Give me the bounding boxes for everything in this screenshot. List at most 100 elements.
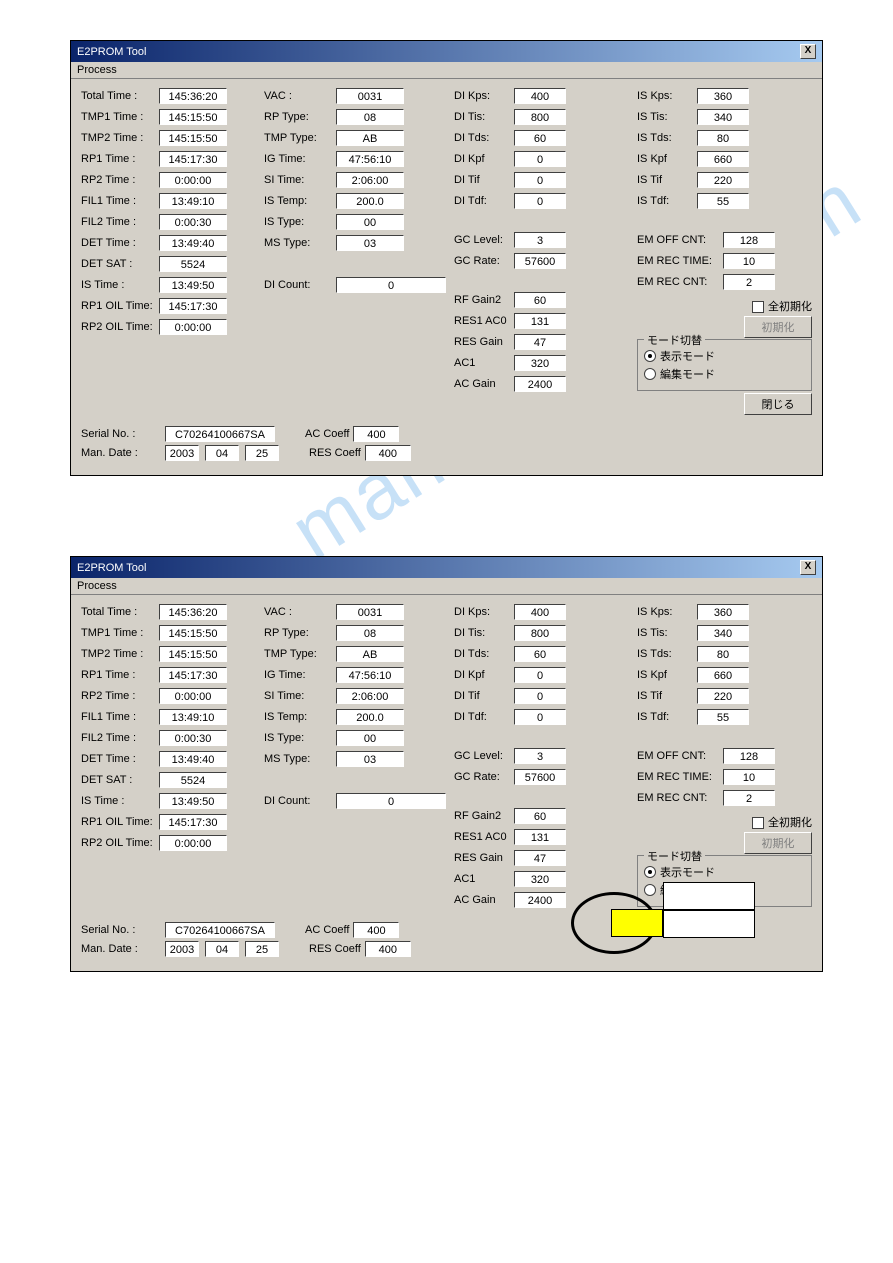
field-value: 145:17:30 bbox=[159, 814, 227, 830]
field-value: 60 bbox=[514, 292, 566, 308]
field-label: DI Tdf: bbox=[454, 195, 514, 207]
field-value: 145:15:50 bbox=[159, 625, 227, 641]
field-value: 145:36:20 bbox=[159, 604, 227, 620]
field-label: EM OFF CNT: bbox=[637, 234, 723, 246]
mandate-label: Man. Date : bbox=[81, 943, 159, 955]
field-value: 3 bbox=[514, 232, 566, 248]
field-value: 0 bbox=[514, 667, 566, 683]
field-value: 80 bbox=[697, 130, 749, 146]
field-label: IS Kpf bbox=[637, 669, 697, 681]
init-all-checkbox[interactable]: 全初期化 bbox=[752, 298, 812, 314]
field-value: 13:49:10 bbox=[159, 709, 227, 725]
field-value: 128 bbox=[723, 748, 775, 764]
field-value: 60 bbox=[514, 130, 566, 146]
field-label: IS Temp: bbox=[264, 711, 336, 723]
field-value: 200.0 bbox=[336, 709, 404, 725]
field-label: IS Type: bbox=[264, 732, 336, 744]
mandate-year: 2003 bbox=[165, 941, 199, 957]
ac-coeff-label: AC Coeff bbox=[305, 924, 349, 936]
init-button[interactable]: 初期化 bbox=[744, 316, 812, 338]
field-label: VAC : bbox=[264, 606, 336, 618]
titlebar: E2PROM Tool X bbox=[71, 557, 822, 578]
field-label: TMP Type: bbox=[264, 648, 336, 660]
radio-edit-mode[interactable]: 編集モード bbox=[644, 882, 805, 898]
field-value: 13:49:40 bbox=[159, 235, 227, 251]
field-label: DI Count: bbox=[264, 795, 336, 807]
field-value: 0 bbox=[514, 709, 566, 725]
field-value: 2400 bbox=[514, 376, 566, 392]
mandate-day: 25 bbox=[245, 445, 279, 461]
field-label: DET Time : bbox=[81, 753, 159, 765]
init-all-checkbox[interactable]: 全初期化 bbox=[752, 814, 812, 830]
field-label: AC1 bbox=[454, 357, 514, 369]
field-value: 131 bbox=[514, 313, 566, 329]
field-value: 2:06:00 bbox=[336, 688, 404, 704]
field-value: 0 bbox=[514, 151, 566, 167]
field-value: 145:17:30 bbox=[159, 667, 227, 683]
field-value: 55 bbox=[697, 709, 749, 725]
field-label: DI Tis: bbox=[454, 111, 514, 123]
field-label: IS Tdf: bbox=[637, 711, 697, 723]
radio-display-mode[interactable]: 表示モード bbox=[644, 348, 805, 364]
field-value: 0031 bbox=[336, 604, 404, 620]
field-label: RF Gain2 bbox=[454, 810, 514, 822]
ac-coeff-value: 400 bbox=[353, 922, 399, 938]
field-label: MS Type: bbox=[264, 237, 336, 249]
close-icon[interactable]: X bbox=[800, 560, 816, 575]
subtitle: Process bbox=[71, 578, 822, 595]
field-label: DI Tds: bbox=[454, 648, 514, 660]
field-label: IS Tis: bbox=[637, 111, 697, 123]
field-label: DI Tif bbox=[454, 690, 514, 702]
field-value: 145:15:50 bbox=[159, 646, 227, 662]
field-value: 03 bbox=[336, 751, 404, 767]
field-value: 10 bbox=[723, 769, 775, 785]
field-value: 145:36:20 bbox=[159, 88, 227, 104]
field-label: SI Time: bbox=[264, 690, 336, 702]
field-label: TMP1 Time : bbox=[81, 627, 159, 639]
field-value: 2 bbox=[723, 790, 775, 806]
close-button[interactable]: 閉じる bbox=[744, 393, 812, 415]
field-label: RF Gain2 bbox=[454, 294, 514, 306]
field-value: 0031 bbox=[336, 88, 404, 104]
field-value: 145:15:50 bbox=[159, 130, 227, 146]
field-label: Total Time : bbox=[81, 606, 159, 618]
field-value: 131 bbox=[514, 829, 566, 845]
close-icon[interactable]: X bbox=[800, 44, 816, 59]
field-value: 400 bbox=[514, 604, 566, 620]
res-coeff-value: 400 bbox=[365, 941, 411, 957]
field-value: 800 bbox=[514, 109, 566, 125]
field-value: 10 bbox=[723, 253, 775, 269]
field-label: DI Tis: bbox=[454, 627, 514, 639]
field-label: IS Time : bbox=[81, 279, 159, 291]
field-label: RP2 OIL Time: bbox=[81, 837, 159, 849]
field-value: 13:49:40 bbox=[159, 751, 227, 767]
field-label: FIL1 Time : bbox=[81, 711, 159, 723]
field-label: EM REC CNT: bbox=[637, 792, 723, 804]
field-label: DET SAT : bbox=[81, 774, 159, 786]
field-value: 340 bbox=[697, 625, 749, 641]
field-value: 145:17:30 bbox=[159, 298, 227, 314]
field-value: 0:00:00 bbox=[159, 319, 227, 335]
field-value: 660 bbox=[697, 151, 749, 167]
init-button[interactable]: 初期化 bbox=[744, 832, 812, 854]
field-label: FIL2 Time : bbox=[81, 216, 159, 228]
field-value: 00 bbox=[336, 214, 404, 230]
field-label: RP1 OIL Time: bbox=[81, 816, 159, 828]
serial-value: C70264100667SA bbox=[165, 922, 275, 938]
field-value: 0:00:00 bbox=[159, 688, 227, 704]
field-label: EM REC CNT: bbox=[637, 276, 723, 288]
field-label: IS Kps: bbox=[637, 90, 697, 102]
field-label: Total Time : bbox=[81, 90, 159, 102]
mode-group: モード切替表示モード編集モード bbox=[637, 339, 812, 391]
field-value: 08 bbox=[336, 625, 404, 641]
field-label: IS Type: bbox=[264, 216, 336, 228]
mandate-day: 25 bbox=[245, 941, 279, 957]
field-label: AC Gain bbox=[454, 894, 514, 906]
field-label: RP1 OIL Time: bbox=[81, 300, 159, 312]
field-label: TMP2 Time : bbox=[81, 648, 159, 660]
radio-edit-mode[interactable]: 編集モード bbox=[644, 366, 805, 382]
field-label: TMP Type: bbox=[264, 132, 336, 144]
radio-display-mode[interactable]: 表示モード bbox=[644, 864, 805, 880]
field-label: FIL2 Time : bbox=[81, 732, 159, 744]
field-value: 0 bbox=[514, 688, 566, 704]
